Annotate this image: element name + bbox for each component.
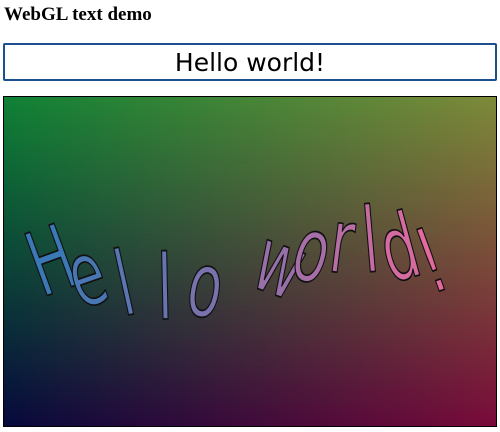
webgl-canvas[interactable]: He l l o w o r l d! [3, 96, 497, 427]
text-input[interactable] [3, 43, 497, 81]
page-title: WebGL text demo [4, 4, 152, 25]
wave-text-glyph: l [156, 235, 174, 341]
